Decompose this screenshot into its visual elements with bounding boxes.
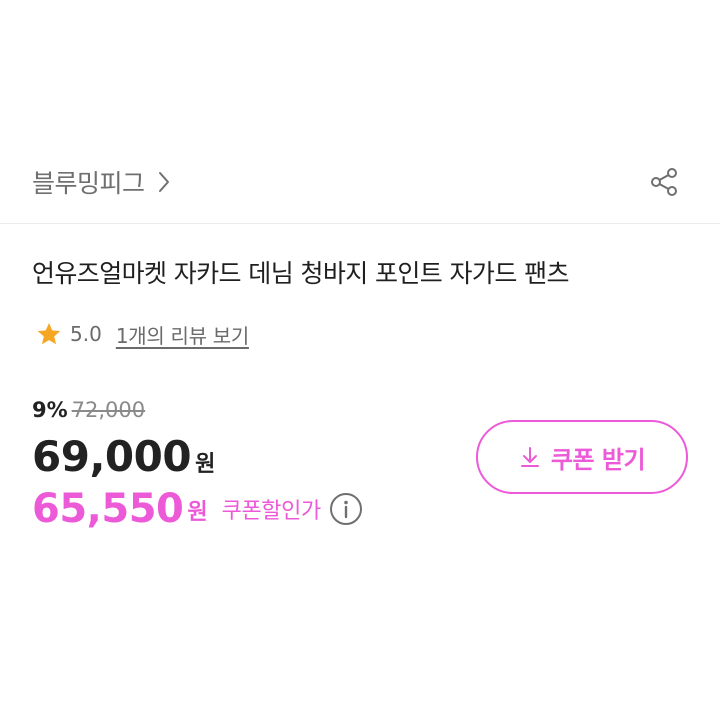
rating-score: 5.0 [70,322,102,346]
info-icon[interactable] [329,492,363,526]
brand-name: 블루밍피그 [32,169,145,198]
coupon-price-label: 쿠폰할인가 [221,499,322,524]
discount-line: 9% 72,000 [32,398,363,432]
review-link[interactable]: 1개의 리뷰 보기 [116,320,249,349]
discount-rate: 9% [32,398,68,422]
share-button[interactable] [646,164,682,200]
brand-header: 블루밍피그 [0,140,720,224]
coupon-price: 65,550 [32,486,184,532]
chevron-right-icon [157,170,171,194]
price-block: 9% 72,000 69,000 원 65,550 원 쿠폰할인가 [32,398,363,532]
brand-link[interactable]: 블루밍피그 [32,162,171,202]
share-icon [649,167,679,197]
star-icon [36,321,62,347]
rating-row: 5.0 1개의 리뷰 보기 [36,318,249,350]
download-coupon-button[interactable]: 쿠폰 받기 [476,420,688,494]
coupon-currency: 원 [187,500,208,525]
coupon-price-line: 65,550 원 쿠폰할인가 [32,486,363,532]
sale-line: 69,000 원 [32,432,363,486]
sale-currency: 원 [195,452,216,477]
product-title: 언유즈얼마켓 자카드 데님 청바지 포인트 자가드 팬츠 [32,259,569,288]
coupon-button-label: 쿠폰 받기 [550,445,646,474]
download-icon [519,446,541,468]
original-price: 72,000 [71,398,146,422]
sale-price: 69,000 [32,432,192,481]
